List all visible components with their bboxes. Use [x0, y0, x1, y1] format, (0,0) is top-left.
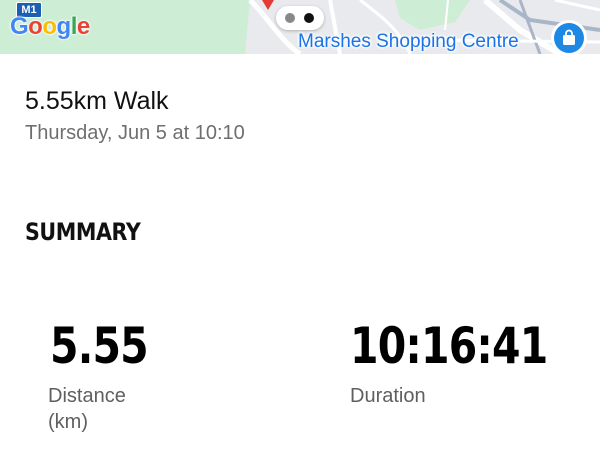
distance-stat: 5.55 Distance (km) — [48, 316, 169, 435]
google-logo-letter: e — [76, 13, 90, 40]
activity-title: 5.55km Walk — [25, 87, 169, 115]
duration-value: 10:16:41 — [350, 317, 548, 375]
shopping-bag-icon — [563, 29, 575, 45]
distance-label: Distance (km) — [48, 385, 126, 433]
distance-value: 5.55 — [50, 317, 149, 375]
google-logo: Google — [10, 13, 90, 41]
map-place-label: Marshes Shopping Centre — [298, 31, 519, 52]
google-logo-letter: G — [10, 13, 29, 40]
google-maps-attribution: M1 Google — [0, 0, 110, 54]
map-preview[interactable]: M1 Google Marshes Shopping Centre — [0, 0, 600, 54]
duration-label: Duration — [350, 385, 426, 407]
map-pin[interactable] — [554, 23, 584, 53]
page-dot-1[interactable] — [285, 13, 295, 23]
map-page-indicator[interactable] — [276, 6, 324, 30]
activity-datetime: Thursday, Jun 5 at 10:10 — [25, 122, 245, 144]
duration-stat: 10:16:41 Duration — [350, 316, 591, 409]
page-dot-2-active[interactable] — [304, 13, 314, 23]
google-logo-letter: o — [28, 13, 43, 40]
google-logo-letter: o — [42, 13, 57, 40]
summary-heading: SUMMARY — [25, 218, 141, 246]
google-logo-letter: g — [56, 13, 72, 40]
